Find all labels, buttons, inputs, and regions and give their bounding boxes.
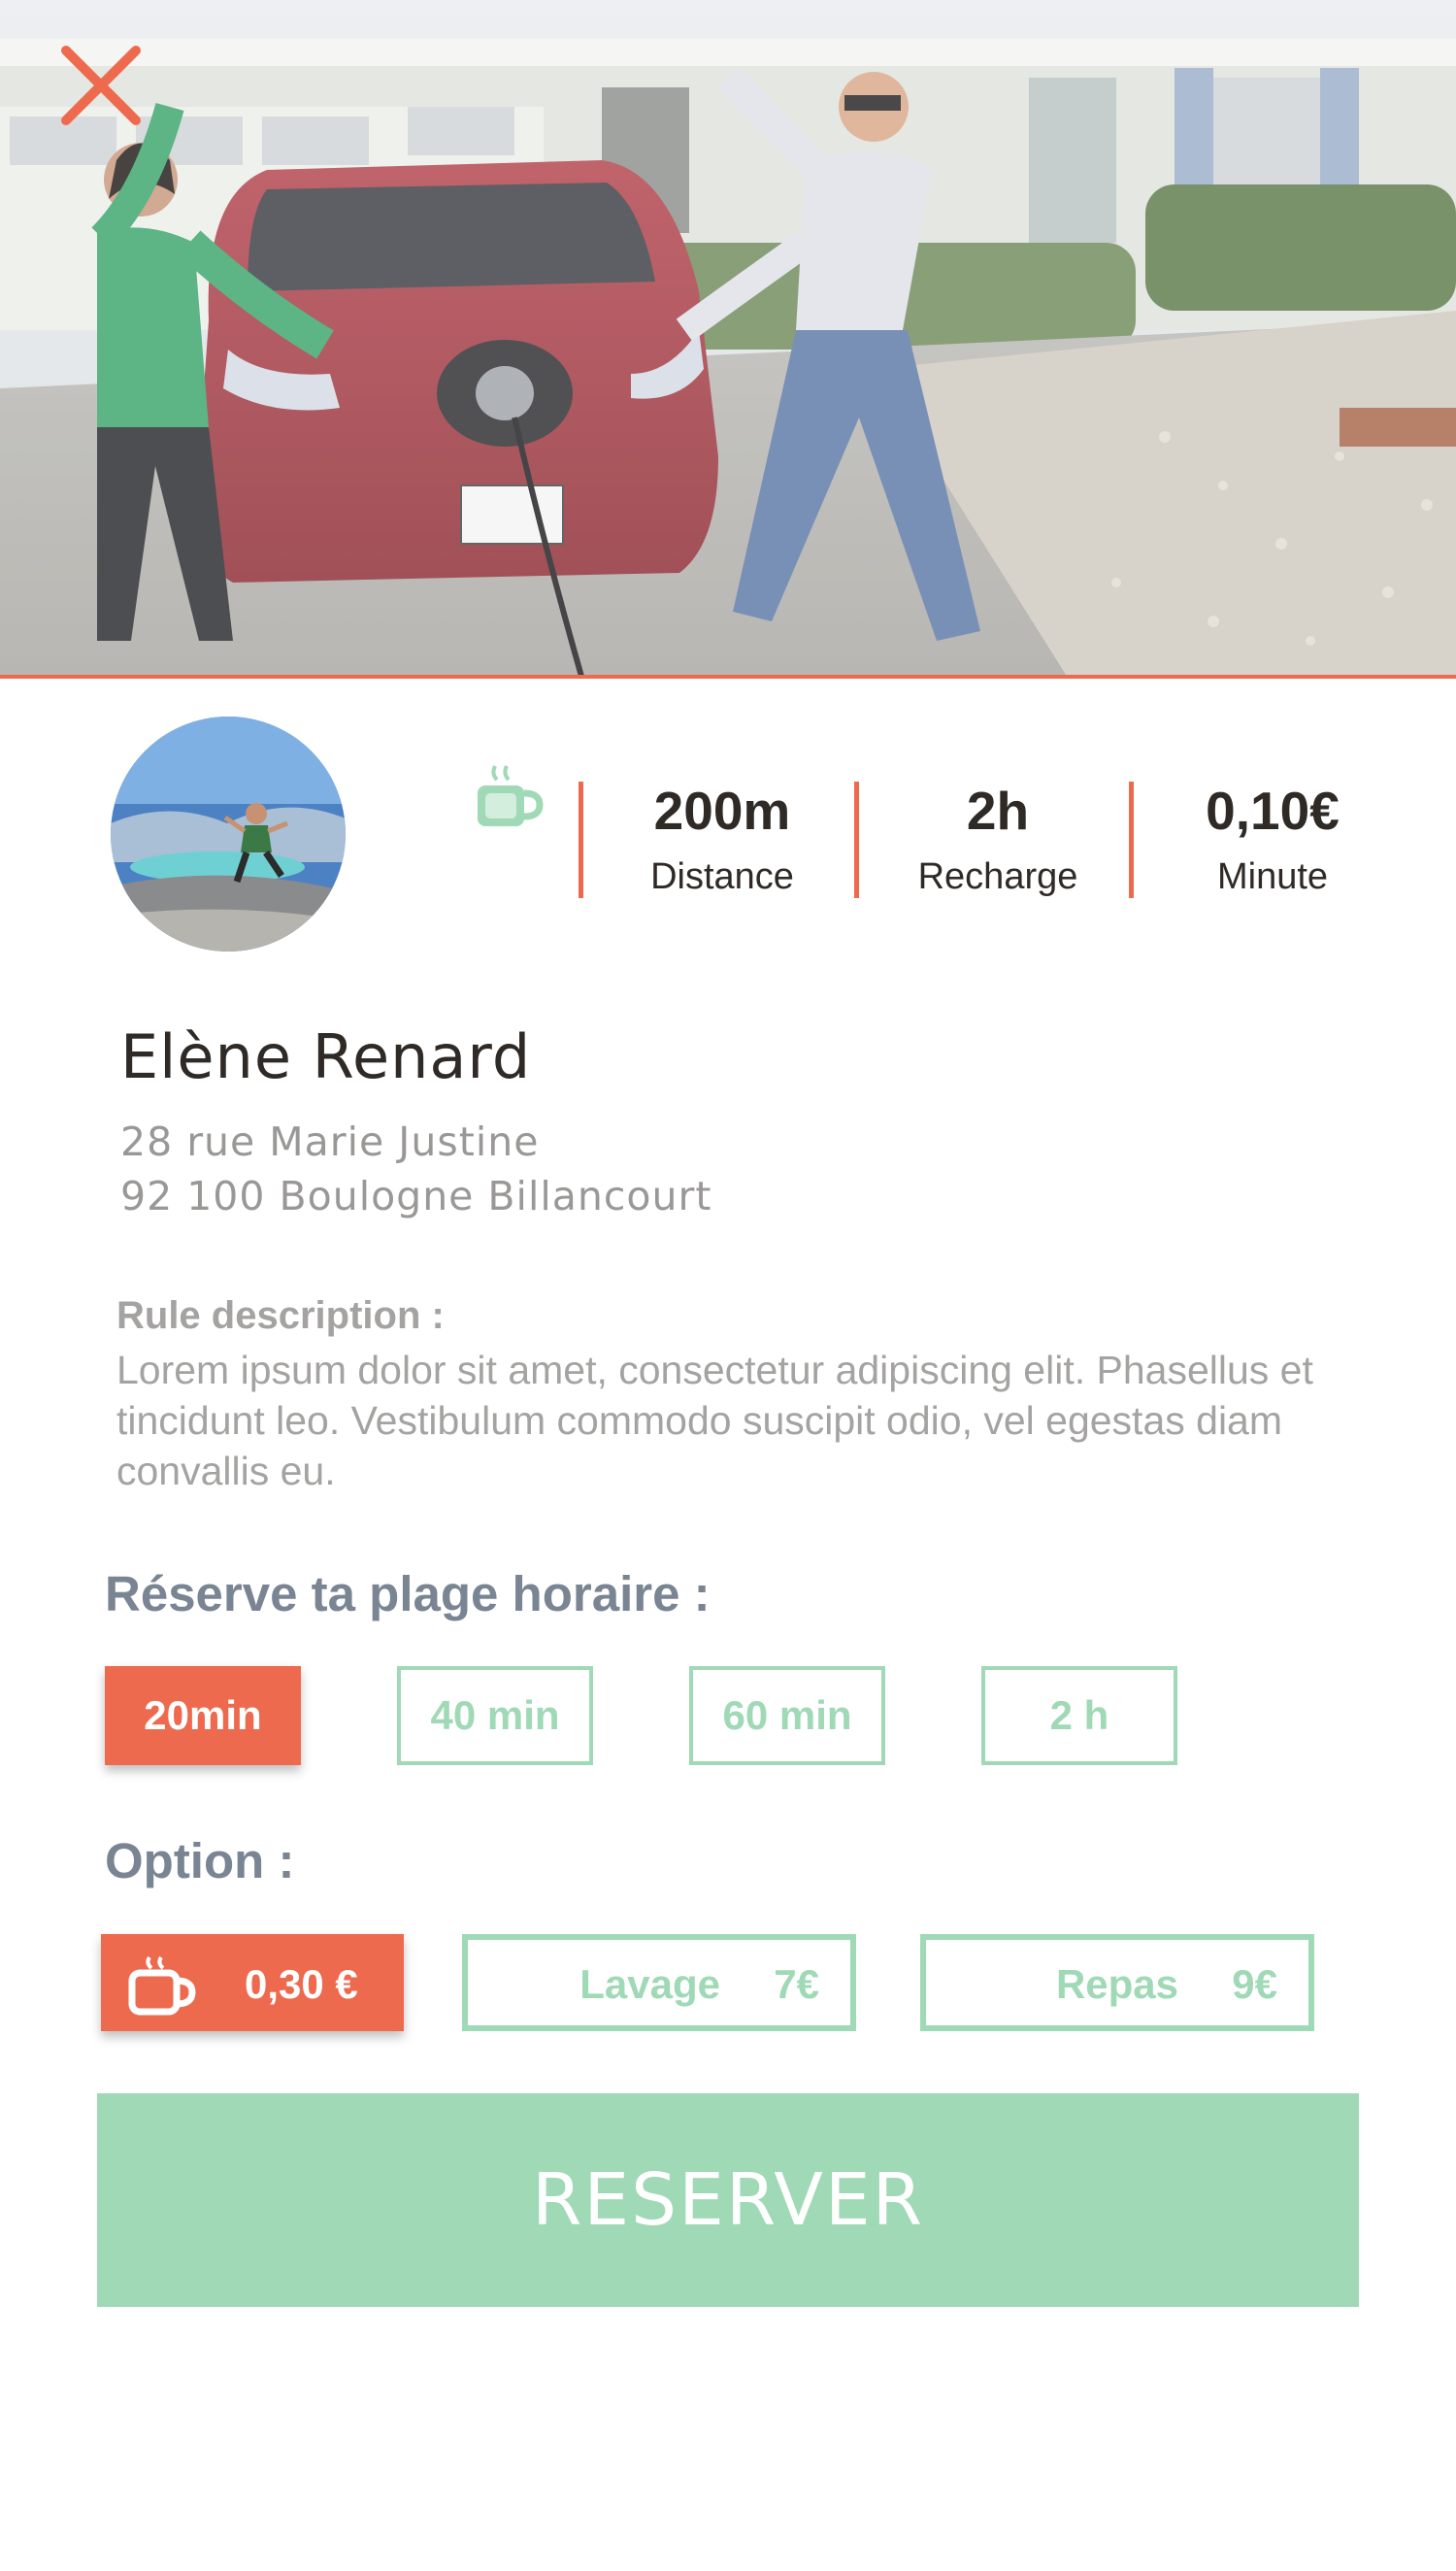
stat-divider xyxy=(579,782,583,898)
stat-distance: 200m Distance xyxy=(591,777,853,898)
hero-photo xyxy=(0,0,1456,678)
stat-minute-label: Minute xyxy=(1216,856,1329,897)
address-line-2: 92 100 Boulogne Billancourt xyxy=(120,1173,712,1219)
avatar-photo xyxy=(111,717,346,952)
option-coffee-price: 0,30 € xyxy=(245,1961,358,2007)
option-meal-price: 9€ xyxy=(1232,1961,1277,2007)
stat-distance-label: Distance xyxy=(650,856,794,897)
option-wash-button[interactable]: Lavage 7€ xyxy=(462,1934,856,2031)
photo-overlay xyxy=(0,0,1456,678)
option-wash-label: Lavage xyxy=(579,1961,720,2007)
option-wash-price: 7€ xyxy=(774,1961,819,2007)
slot-40min-button[interactable]: 40 min xyxy=(397,1666,593,1765)
stat-distance-value: 200m xyxy=(653,781,791,841)
address-line-1: 28 rue Marie Justine xyxy=(120,1119,540,1165)
stat-minute-value: 0,10€ xyxy=(1206,781,1340,841)
slot-2h-button[interactable]: 2 h xyxy=(981,1666,1177,1765)
slot-20min-button[interactable]: 20min xyxy=(105,1666,301,1765)
close-button[interactable] xyxy=(56,41,146,130)
stat-divider xyxy=(1129,782,1134,898)
time-slot-title: Réserve ta plage horaire : xyxy=(105,1566,711,1621)
stat-recharge-value: 2h xyxy=(966,781,1030,841)
rule-description-text: Lorem ipsum dolor sit amet, consectetur … xyxy=(116,1348,1313,1493)
option-title: Option : xyxy=(105,1833,295,1888)
option-meal-button[interactable]: Repas 9€ xyxy=(920,1934,1314,2031)
close-icon[interactable] xyxy=(56,41,146,130)
host-avatar xyxy=(111,717,346,952)
reserve-button[interactable]: RESERVER xyxy=(97,2093,1359,2307)
stat-divider xyxy=(854,782,859,898)
host-name: Elène Renard xyxy=(120,1021,532,1092)
hero-divider xyxy=(0,675,1456,679)
coffee-cup-icon xyxy=(128,1955,196,2016)
stat-minute: 0,10€ Minute xyxy=(1142,777,1404,898)
stat-recharge: 2h Recharge xyxy=(867,777,1129,898)
slot-60min-button[interactable]: 60 min xyxy=(689,1666,885,1765)
coffee-cup-icon xyxy=(474,762,544,830)
rule-description-title: Rule description : xyxy=(116,1294,445,1337)
option-coffee-button[interactable]: 0,30 € xyxy=(101,1934,404,2031)
option-meal-label: Repas xyxy=(1055,1961,1178,2007)
stat-recharge-label: Recharge xyxy=(917,856,1078,897)
